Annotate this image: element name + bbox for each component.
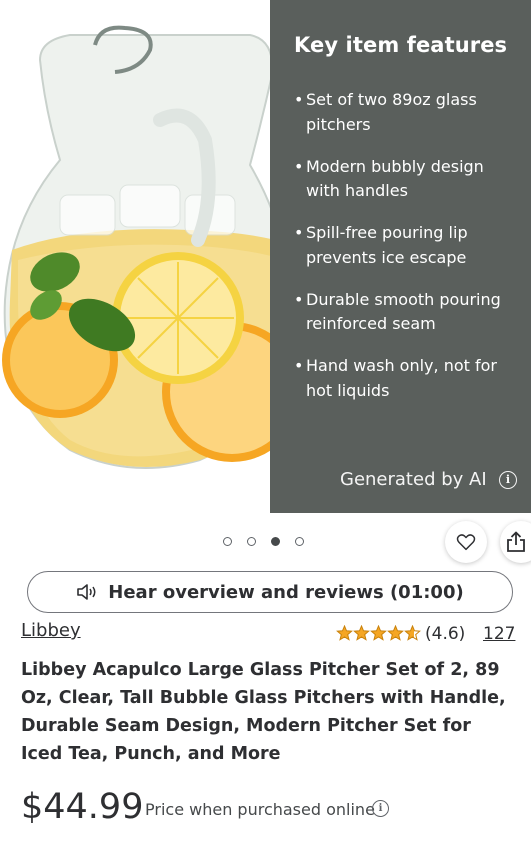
feature-item: • Durable smooth pouring reinforced seam: [294, 289, 501, 334]
star-icon: [404, 625, 421, 641]
feature-item: • Hand wash only, not for hot liquids: [294, 356, 497, 400]
key-features-title: Key item features: [294, 33, 508, 57]
carousel-dot[interactable]: [247, 537, 256, 546]
info-icon[interactable]: i: [372, 800, 389, 817]
star-icon: [370, 625, 387, 641]
generated-by-ai-label: Generated by AI: [340, 469, 487, 490]
product-image-carousel[interactable]: Key item features • Set of two 89oz glass…: [0, 0, 531, 513]
key-features-panel: Key item features • Set of two 89oz glass…: [270, 0, 531, 513]
carousel-dot-active[interactable]: [271, 537, 280, 546]
hear-overview-label: Hear overview and reviews (01:00): [108, 581, 464, 603]
carousel-pagination: [223, 537, 304, 546]
star-icon: [353, 625, 370, 641]
favorite-button[interactable]: [445, 521, 487, 563]
star-icon: [387, 625, 404, 641]
share-button[interactable]: [500, 521, 531, 563]
hear-overview-button[interactable]: Hear overview and reviews (01:00): [27, 571, 513, 613]
carousel-dot[interactable]: [295, 537, 304, 546]
info-icon[interactable]: i: [499, 471, 517, 489]
rating-value: (4.6): [425, 624, 466, 644]
heart-icon: [456, 534, 476, 551]
product-price: $44.99: [21, 787, 144, 827]
brand-link[interactable]: Libbey: [21, 620, 81, 641]
product-title: Libbey Acapulco Large Glass Pitcher Set …: [21, 660, 506, 764]
share-icon: [507, 531, 525, 552]
feature-list: • Set of two 89oz glass pitchers • Modern …: [292, 88, 522, 421]
feature-item: • Spill-free pouring lip prevents ice esc…: [294, 223, 468, 267]
feature-item: • Modern bubbly design with handles: [294, 156, 484, 201]
speaker-icon: [77, 584, 96, 600]
carousel-dot[interactable]: [223, 537, 232, 546]
star-icon: [336, 625, 353, 641]
rating-stars[interactable]: [336, 625, 421, 641]
price-note: Price when purchased online: [145, 800, 375, 819]
feature-item: • Set of two 89oz glass pitchers: [294, 90, 477, 134]
review-count-link[interactable]: 127: [483, 624, 515, 644]
